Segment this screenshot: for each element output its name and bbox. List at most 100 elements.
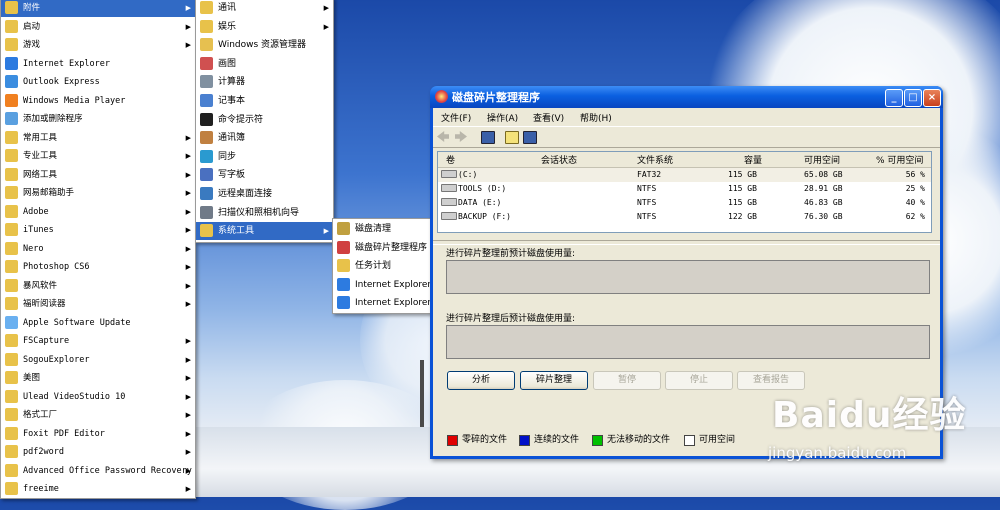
title-bar[interactable]: 磁盘碎片整理程序 _ □ ×: [430, 86, 943, 108]
folder-icon: [5, 371, 18, 384]
menu-file[interactable]: 文件(F): [441, 111, 471, 124]
menu-1-item-15[interactable]: 暴风软件 ▶: [1, 277, 195, 295]
menu-2-item-1[interactable]: 娱乐 ▶: [196, 18, 333, 36]
folder-icon: [5, 167, 18, 181]
menu-action[interactable]: 操作(A): [487, 111, 518, 124]
menu-item-label: 画图: [218, 58, 237, 69]
column-session-status[interactable]: 会话状态: [541, 153, 577, 166]
volume-free-space: 28.91 GB: [804, 184, 843, 193]
menu-help[interactable]: 帮助(H): [580, 111, 612, 124]
volume-file-system: NTFS: [637, 212, 657, 221]
volume-row[interactable]: (C:) FAT32 115 GB 65.08 GB 56 %: [438, 168, 931, 182]
before-usage-label: 进行碎片整理前预计磁盘使用量:: [446, 249, 576, 259]
column-percent-free[interactable]: % 可用空间: [876, 153, 923, 166]
menu-1-item-7[interactable]: 常用工具 ▶: [1, 129, 195, 147]
defragment-button[interactable]: 碎片整理: [520, 371, 588, 390]
menu-1-item-23[interactable]: Foxit PDF Editor ▶: [1, 425, 195, 443]
menu-item-label: 网易邮箱助手: [23, 188, 75, 198]
volume-percent-free: 25 %: [905, 184, 925, 193]
submenu-arrow-icon: ▶: [185, 41, 191, 49]
maximize-button[interactable]: □: [904, 89, 922, 107]
menu-2-item-3[interactable]: 画图: [196, 55, 333, 73]
menu-2-item-12[interactable]: 系统工具 ▶: [196, 222, 333, 241]
column-file-system[interactable]: 文件系统: [637, 153, 673, 166]
menu-2-item-11[interactable]: 扫描仪和照相机向导: [196, 204, 333, 222]
stop-button[interactable]: 停止: [665, 371, 733, 390]
menu-1-item-13[interactable]: Nero ▶: [1, 240, 195, 258]
volume-list[interactable]: 卷 会话状态 文件系统 容量 可用空间 % 可用空间 (C:) FAT32 115 …: [437, 151, 932, 233]
menu-1-item-6[interactable]: 添加或删除程序: [1, 110, 195, 128]
folder-icon: [5, 186, 18, 199]
column-free-space[interactable]: 可用空间: [804, 153, 840, 166]
add-remove-icon: [5, 112, 18, 125]
folder-icon: [5, 241, 18, 255]
menu-1-item-10[interactable]: 网易邮箱助手 ▶: [1, 184, 195, 202]
menu-1-item-8[interactable]: 专业工具 ▶: [1, 147, 195, 165]
folder-icon: [5, 149, 18, 162]
task-scheduler-icon: [337, 259, 350, 272]
menu-2-item-6[interactable]: 命令提示符: [196, 111, 333, 129]
menu-view[interactable]: 查看(V): [533, 111, 564, 124]
volume-row[interactable]: TOOLS (D:) NTFS 115 GB 28.91 GB 25 %: [438, 182, 931, 196]
menu-1-item-12[interactable]: iTunes ▶: [1, 221, 195, 239]
volume-row[interactable]: BACKUP (F:) NTFS 122 GB 76.30 GB 62 %: [438, 210, 931, 224]
properties-icon[interactable]: [523, 131, 537, 144]
minimize-button[interactable]: _: [885, 89, 903, 107]
menu-1-item-25[interactable]: Advanced Office Password Recovery ▶: [1, 462, 195, 480]
menu-1-item-18[interactable]: FSCapture ▶: [1, 332, 195, 350]
menu-1-item-26[interactable]: freeime ▶: [1, 480, 195, 498]
menu-2-item-2[interactable]: Windows 资源管理器: [196, 36, 333, 54]
sync-icon: [200, 149, 213, 163]
menu-1-item-0[interactable]: 附件 ▶: [1, 0, 195, 17]
menu-1-item-9[interactable]: 网络工具 ▶: [1, 166, 195, 184]
menu-2-item-8[interactable]: 同步: [196, 148, 333, 166]
menu-1-item-20[interactable]: 美图 ▶: [1, 369, 195, 387]
menu-item-label: 游戏: [23, 40, 41, 50]
drive-icon: [441, 198, 457, 206]
volume-file-system: NTFS: [637, 184, 657, 193]
menu-1-item-3[interactable]: Internet Explorer: [1, 55, 195, 73]
after-usage-bar: [446, 325, 930, 359]
column-capacity[interactable]: 容量: [744, 153, 762, 166]
menu-1-item-17[interactable]: Apple Software Update: [1, 314, 195, 332]
submenu-arrow-icon: ▶: [185, 4, 191, 12]
menu-1-item-4[interactable]: Outlook Express: [1, 73, 195, 91]
menu-1-item-14[interactable]: Photoshop CS6 ▶: [1, 258, 195, 276]
back-icon[interactable]: [437, 131, 449, 142]
volume-file-system: NTFS: [637, 198, 657, 207]
menu-2-item-9[interactable]: 写字板: [196, 166, 333, 184]
column-volume[interactable]: 卷: [446, 153, 455, 166]
menu-2-item-0[interactable]: 通讯 ▶: [196, 0, 333, 17]
menu-2-item-7[interactable]: 通讯簿: [196, 129, 333, 147]
menu-1-item-22[interactable]: 格式工厂 ▶: [1, 406, 195, 424]
menu-1-item-24[interactable]: pdf2word ▶: [1, 443, 195, 461]
show-hide-console-icon[interactable]: [481, 131, 495, 144]
volume-name: DATA (E:): [458, 198, 502, 207]
menu-item-label: 写字板: [218, 170, 246, 181]
menu-2-item-5[interactable]: 记事本: [196, 92, 333, 110]
forward-icon[interactable]: [455, 131, 467, 142]
analyze-button[interactable]: 分析: [447, 371, 515, 390]
volume-list-header: 卷 会话状态 文件系统 容量 可用空间 % 可用空间: [438, 152, 931, 168]
volume-row[interactable]: DATA (E:) NTFS 115 GB 46.83 GB 40 %: [438, 196, 931, 210]
drive-icon: [441, 212, 457, 220]
pause-button[interactable]: 暂停: [593, 371, 661, 390]
menu-1-item-1[interactable]: 启动 ▶: [1, 18, 195, 36]
menu-1-item-16[interactable]: 福昕阅读器 ▶: [1, 295, 195, 313]
menu-item-label: 福昕阅读器: [23, 299, 66, 309]
menu-1-item-5[interactable]: Windows Media Player: [1, 92, 195, 110]
folder-icon: [5, 445, 18, 458]
menu-1-item-2[interactable]: 游戏 ▶: [1, 36, 195, 54]
help-icon[interactable]: [505, 131, 519, 144]
menu-1-item-19[interactable]: SogouExplorer ▶: [1, 351, 195, 369]
menu-1-item-21[interactable]: Ulead VideoStudio 10 ▶: [1, 388, 195, 406]
menu-1-item-11[interactable]: Adobe ▶: [1, 203, 195, 221]
contiguous-swatch: [519, 435, 530, 446]
folder-icon: [5, 1, 18, 14]
folder-icon: [200, 224, 213, 238]
submenu-arrow-icon: ▶: [185, 244, 191, 253]
menu-2-item-4[interactable]: 计算器: [196, 73, 333, 91]
close-button[interactable]: ×: [923, 89, 941, 107]
menu-2-item-10[interactable]: 远程桌面连接: [196, 185, 333, 203]
folder-icon: [5, 19, 18, 33]
